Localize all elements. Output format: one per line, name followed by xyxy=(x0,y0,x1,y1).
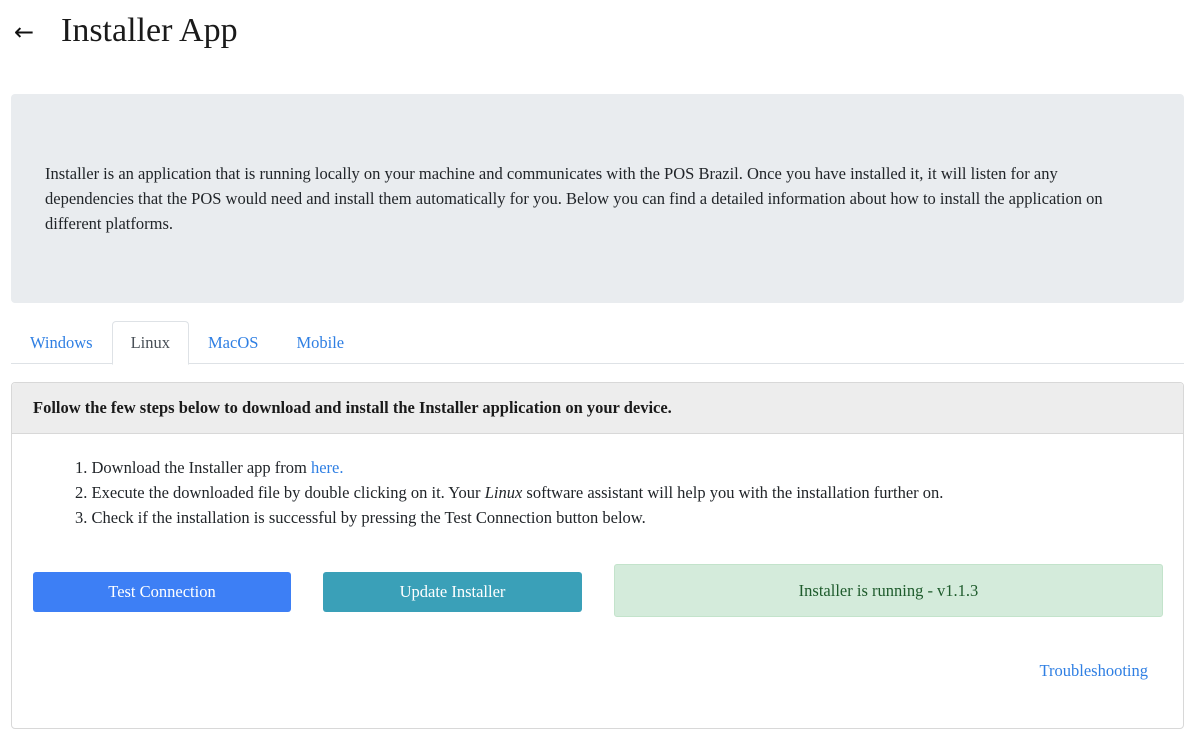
step-2-suffix: software assistant will help you with th… xyxy=(522,483,944,502)
download-link[interactable]: here. xyxy=(311,458,344,477)
step-1-text: 1. Download the Installer app from xyxy=(75,458,311,477)
troubleshooting-link[interactable]: Troubleshooting xyxy=(1040,659,1149,683)
installer-status-alert: Installer is running - v1.1.3 xyxy=(614,564,1163,617)
tab-mobile[interactable]: Mobile xyxy=(277,321,363,364)
platform-tabs: Windows Linux MacOS Mobile xyxy=(11,321,1184,365)
step-item: 2. Execute the downloaded file by double… xyxy=(75,480,943,505)
step-3-text: 3. Check if the installation is successf… xyxy=(75,508,646,527)
intro-jumbotron: Installer is an application that is runn… xyxy=(11,94,1184,303)
page-title: Installer App xyxy=(61,12,238,49)
step-2-text: 2. Execute the downloaded file by double… xyxy=(75,483,485,502)
step-item: 3. Check if the installation is successf… xyxy=(75,505,943,530)
tab-macos[interactable]: MacOS xyxy=(189,321,277,364)
step-item: 1. Download the Installer app from here. xyxy=(75,455,943,480)
test-connection-button[interactable]: Test Connection xyxy=(33,572,291,612)
install-steps: 1. Download the Installer app from here.… xyxy=(75,455,943,530)
page-header: ← Installer App xyxy=(0,0,1196,62)
update-installer-button[interactable]: Update Installer xyxy=(323,572,582,612)
install-card: Follow the few steps below to download a… xyxy=(11,382,1184,729)
back-arrow-icon[interactable]: ← xyxy=(10,18,38,46)
tab-windows[interactable]: Windows xyxy=(11,321,112,364)
intro-text: Installer is an application that is runn… xyxy=(45,164,1103,233)
tab-linux[interactable]: Linux xyxy=(111,321,190,365)
card-header: Follow the few steps below to download a… xyxy=(12,383,1183,434)
platform-name: Linux xyxy=(484,483,523,502)
